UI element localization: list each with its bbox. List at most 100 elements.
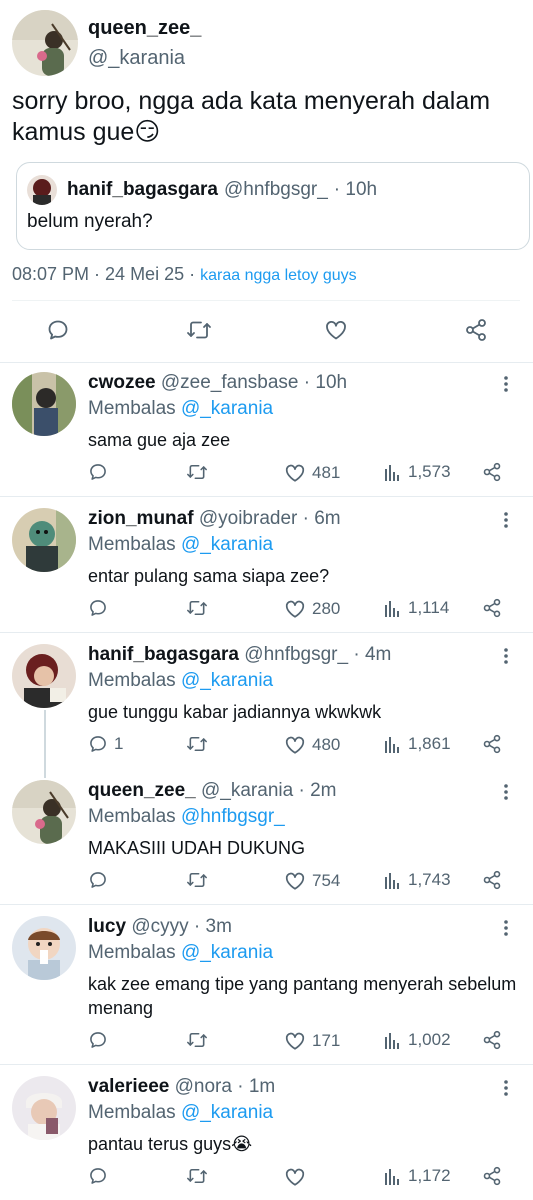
more-vertical-icon[interactable]: [496, 510, 516, 535]
quote-text: belum nyerah?: [27, 211, 153, 232]
views-button[interactable]: 1,743: [384, 870, 451, 890]
retweet-button[interactable]: [186, 870, 208, 890]
share-icon: [483, 1030, 501, 1050]
avatar[interactable]: [12, 1076, 76, 1140]
reply-author-handle[interactable]: @cyyy: [131, 916, 188, 937]
like-count: 280: [312, 599, 341, 618]
retweet-button[interactable]: [186, 1030, 208, 1050]
replying-handle[interactable]: @_karania: [181, 398, 273, 419]
comment-icon[interactable]: [46, 318, 70, 342]
reply-item[interactable]: cwozee @zee_fansbase · 10h Membalas @_ka…: [0, 372, 533, 494]
reply-author-name[interactable]: valerieee: [88, 1076, 169, 1097]
replying-handle[interactable]: @_karania: [181, 1102, 273, 1123]
avatar[interactable]: [12, 644, 76, 708]
views-button[interactable]: 1,861: [384, 734, 451, 754]
views-button[interactable]: 1,172: [384, 1166, 451, 1186]
share-button[interactable]: [482, 870, 502, 890]
retweet-button[interactable]: [186, 1166, 208, 1186]
avatar[interactable]: [12, 780, 76, 844]
comment-button[interactable]: [88, 1030, 114, 1050]
reply-item[interactable]: lucy @cyyy · 3m Membalas @_karania kak z…: [0, 916, 533, 1056]
quoted-tweet[interactable]: hanif_bagasgara @hnfbgsgr_ · 10h belum n…: [16, 162, 530, 250]
share-icon[interactable]: [464, 318, 488, 342]
avatar[interactable]: [12, 508, 76, 572]
heart-icon[interactable]: [324, 318, 348, 342]
retweet-icon[interactable]: [186, 318, 212, 342]
reply-author-name[interactable]: lucy: [88, 916, 126, 937]
reply-text: gue tunggu kabar jadiannya wkwkwk: [88, 702, 382, 722]
share-icon: [483, 1166, 501, 1186]
reply-author-handle[interactable]: @_karania: [201, 780, 293, 801]
avatar[interactable]: [12, 372, 76, 436]
more-vertical-icon[interactable]: [496, 646, 516, 671]
reply-item[interactable]: hanif_bagasgara @hnfbgsgr_ · 4m Membalas…: [0, 644, 533, 764]
views-icon: [385, 737, 399, 753]
more-vertical-icon[interactable]: [496, 374, 516, 399]
share-button[interactable]: [482, 734, 502, 754]
reply-author-handle[interactable]: @nora: [175, 1076, 232, 1097]
reply-item[interactable]: zion_munaf @yoibrader · 6m Membalas @_ka…: [0, 508, 533, 628]
divider: [0, 1064, 533, 1065]
reply-text: pantau terus guys😭: [88, 1134, 253, 1154]
share-button[interactable]: [482, 598, 502, 618]
reply-time: · 6m: [302, 508, 341, 529]
reply-item[interactable]: queen_zee_ @_karania · 2m Membalas @hnfb…: [0, 780, 533, 900]
views-count: 1,573: [408, 462, 451, 481]
retweet-button[interactable]: [186, 462, 208, 482]
share-button[interactable]: [482, 1030, 502, 1050]
like-button[interactable]: 171: [284, 1030, 340, 1052]
views-button[interactable]: 1,573: [384, 462, 451, 482]
avatar[interactable]: [12, 10, 78, 76]
reply-author-name[interactable]: zion_munaf: [88, 508, 194, 529]
comment-button[interactable]: [88, 462, 114, 482]
share-button[interactable]: [482, 1166, 502, 1186]
comment-button[interactable]: [88, 870, 114, 890]
views-button[interactable]: 1,114: [384, 598, 449, 618]
reply-author-handle[interactable]: @hnfbgsgr_: [244, 644, 348, 665]
comment-button[interactable]: 1: [88, 734, 123, 754]
views-icon: [385, 601, 399, 617]
comment-button[interactable]: [88, 1166, 114, 1186]
more-vertical-icon[interactable]: [496, 918, 516, 943]
like-button[interactable]: [284, 1166, 312, 1188]
comment-button[interactable]: [88, 598, 114, 618]
reply-author-name[interactable]: cwozee: [88, 372, 156, 393]
like-button[interactable]: 480: [284, 734, 340, 756]
tweet-source[interactable]: karaa ngga letoy guys: [200, 267, 357, 284]
replying-handle[interactable]: @_karania: [181, 942, 273, 963]
more-vertical-icon[interactable]: [496, 1078, 516, 1103]
replying-handle[interactable]: @hnfbgsgr_: [181, 806, 285, 827]
replying-handle[interactable]: @_karania: [181, 534, 273, 555]
reply-author-name[interactable]: hanif_bagasgara: [88, 644, 239, 665]
main-author-handle[interactable]: @_karania: [88, 46, 201, 70]
retweet-button[interactable]: [186, 598, 208, 618]
reply-item[interactable]: valerieee @nora · 1m Membalas @_karania …: [0, 1076, 533, 1200]
views-button[interactable]: 1,002: [384, 1030, 451, 1050]
main-author-name[interactable]: queen_zee_: [88, 16, 201, 40]
retweet-icon: [187, 736, 207, 752]
comment-count: 1: [114, 734, 124, 753]
replying-label: Membalas: [88, 670, 176, 691]
replying-to: Membalas @_karania: [88, 398, 273, 421]
reply-action-bar: 754 1,743: [0, 870, 533, 898]
main-action-bar: [0, 312, 533, 352]
reply-author-handle[interactable]: @zee_fansbase: [161, 372, 299, 393]
reply-time: · 2m: [298, 780, 337, 801]
like-button[interactable]: 481: [284, 462, 340, 484]
more-vertical-icon[interactable]: [496, 782, 516, 807]
retweet-button[interactable]: [186, 734, 208, 754]
divider: [0, 904, 533, 905]
reply-author-handle[interactable]: @yoibrader: [199, 508, 298, 529]
share-button[interactable]: [482, 462, 502, 482]
views-icon: [385, 873, 399, 889]
heart-icon: [285, 600, 305, 618]
replying-handle[interactable]: @_karania: [181, 670, 273, 691]
quote-author-handle: @hnfbgsgr_: [224, 179, 328, 200]
reply-text: MAKASIII UDAH DUKUNG: [88, 838, 306, 858]
reply-author-name[interactable]: queen_zee_: [88, 780, 196, 801]
avatar[interactable]: [12, 916, 76, 980]
like-button[interactable]: 754: [284, 870, 340, 892]
like-button[interactable]: 280: [284, 598, 340, 620]
reply-action-bar: 481 1,573: [0, 462, 533, 490]
reply-text: kak zee emang tipe yang pantang menyerah…: [88, 974, 517, 1019]
